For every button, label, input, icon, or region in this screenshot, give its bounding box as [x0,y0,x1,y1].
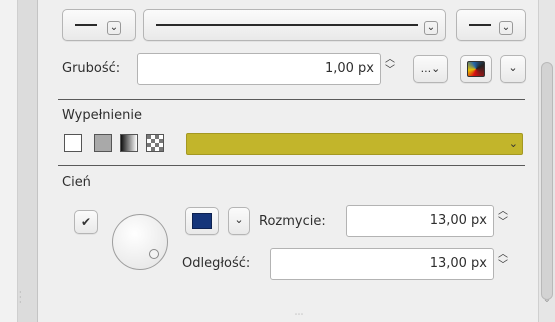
blur-input[interactable]: 13,00 px [346,205,494,237]
shadow-enabled-checkbox[interactable]: ✔ [74,210,98,234]
line-start-button[interactable]: ⌄ [62,9,136,41]
chevron-down-icon: ⌄ [431,62,441,75]
spin-up-icon[interactable]: ︿ [496,249,510,260]
line-end-icon [469,24,491,26]
fill-color-bar[interactable]: ⌄ [186,133,523,155]
distance-label: Odległość: [182,256,251,271]
scroll-down-icon[interactable]: ⌄ [541,294,553,306]
chevron-down-icon: ⌄ [107,21,121,35]
thickness-input[interactable]: 1,00 px [137,53,381,85]
spin-up-icon[interactable]: ︿ [496,206,510,217]
thickness-value: 1,00 px [324,61,374,76]
spin-down-icon[interactable]: ﹀ [496,260,510,271]
chevron-down-icon: ⌄ [234,213,244,226]
color-dropdown-button[interactable]: ⌄ [500,55,526,83]
splitter-grip[interactable]: · · · [19,289,23,310]
line-start-icon [75,24,97,26]
bottom-resize-grip[interactable]: ⋯ [288,311,310,320]
fill-pattern-swatch[interactable] [146,134,164,152]
thickness-spinner[interactable]: ︿ ﹀ [383,54,397,84]
fill-solid-swatch[interactable] [94,134,112,152]
shadow-section-title: Cień [62,175,91,190]
shadow-angle-dial[interactable] [112,214,168,270]
line-end-button[interactable]: ⌄ [456,9,526,41]
more-options-button[interactable]: ...⌄ [413,55,448,83]
shadow-color-swatch [192,213,212,229]
scrollbar-thumb[interactable] [541,62,553,300]
blur-spinner[interactable]: ︿ ﹀ [496,206,510,236]
more-options-label: ... [420,62,432,75]
shadow-color-dropdown[interactable]: ⌄ [228,207,250,235]
shadow-color-button[interactable] [185,207,219,235]
spin-down-icon[interactable]: ﹀ [496,217,510,228]
blur-value: 13,00 px [429,213,487,228]
fill-none-swatch[interactable] [64,134,82,152]
dial-handle-icon [149,249,159,259]
fill-divider [58,99,525,100]
chevron-down-icon: ⌄ [508,61,518,74]
shadow-divider [58,165,525,166]
chevron-down-icon: ⌄ [499,21,513,35]
fill-section-title: Wypełnienie [62,108,142,123]
distance-input[interactable]: 13,00 px [270,248,494,280]
chevron-down-icon: ⌄ [508,137,518,150]
distance-spinner[interactable]: ︿ ﹀ [496,249,510,279]
line-style-icon [156,24,418,26]
color-picker-button[interactable] [460,55,492,83]
color-picker-icon [467,61,485,77]
checkmark-icon: ✔ [80,215,92,229]
chevron-down-icon: ⌄ [424,21,438,35]
left-splitter[interactable]: · · · [18,0,38,322]
outer-left-panel [0,0,18,322]
distance-value: 13,00 px [429,256,487,271]
fill-gradient-swatch[interactable] [120,134,138,152]
spin-down-icon[interactable]: ﹀ [383,65,397,76]
line-style-button[interactable]: ⌄ [143,9,446,41]
blur-label: Rozmycie: [259,214,326,229]
thickness-label: Grubość: [62,61,121,76]
spin-up-icon[interactable]: ︿ [383,54,397,65]
